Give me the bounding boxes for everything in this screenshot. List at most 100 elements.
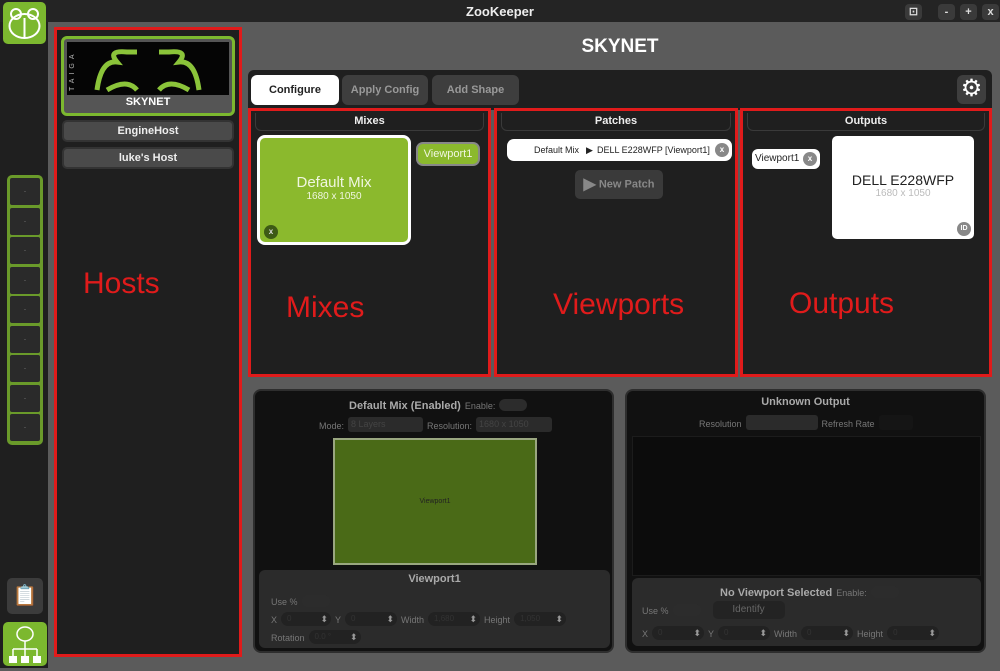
patch-target: DELL E228WFP [Viewport1] <box>597 145 710 155</box>
mix-close-icon[interactable]: x <box>264 225 278 239</box>
refresh-rate-select[interactable] <box>878 415 913 431</box>
use-percent-toggle[interactable] <box>301 594 330 607</box>
mix-name: Default Mix <box>296 174 372 191</box>
mixes-header: Mixes <box>255 113 484 131</box>
slot-7[interactable]: . <box>10 355 40 382</box>
output-use-percent-label: Use % <box>642 606 669 617</box>
tab-configure[interactable]: Configure <box>251 75 339 105</box>
mix-card[interactable]: Default Mix 1680 x 1050 x <box>257 135 411 245</box>
mix-editor-panel: Default Mix (Enabled) Enable: Mode: 8 Laye… <box>253 389 614 653</box>
resolution-select[interactable]: 1680 x 1050 <box>476 417 553 433</box>
new-patch-label: New Patch <box>598 178 655 191</box>
patch-remove-icon[interactable]: x <box>715 143 729 157</box>
height-input[interactable]: 1,050 <box>514 611 567 626</box>
minimize-button[interactable]: - <box>938 4 955 20</box>
resolution-label: Resolution: <box>427 421 473 431</box>
viewport-chip[interactable]: Viewport1 <box>416 142 480 166</box>
output-name: DELL E228WFP <box>851 172 955 188</box>
height-label: Height <box>484 615 511 625</box>
rotation-label: Rotation <box>271 633 305 643</box>
outputs-section: Outputs Viewport1 x DELL E228WFP 1680 x 1… <box>740 108 992 377</box>
slot-2[interactable]: . <box>10 207 40 235</box>
slot-9[interactable]: . <box>10 414 40 441</box>
slot-6[interactable]: . <box>10 325 40 353</box>
slot-1[interactable]: . <box>10 178 40 205</box>
slot-8[interactable]: . <box>10 384 40 412</box>
x-label: X <box>271 615 278 625</box>
output-card[interactable]: DELL E228WFP 1680 x 1050 ID <box>832 136 974 239</box>
output-viewport-label: Viewport1 <box>755 153 800 164</box>
host-skynet[interactable]: TAIGA SKYNET <box>61 36 235 116</box>
slot-5[interactable]: . <box>10 296 40 323</box>
y-input[interactable]: 0 <box>345 611 398 626</box>
taiga-text: TAIGA <box>69 51 76 91</box>
annotation-outputs: Outputs <box>789 287 895 320</box>
output-viewport-chip[interactable]: Viewport1 x <box>752 149 820 169</box>
output-canvas <box>632 436 981 576</box>
layout-slots: . . . . . . . . . <box>7 175 43 445</box>
close-button[interactable]: x <box>982 4 999 20</box>
mixes-section: Mixes Default Mix 1680 x 1050 x Viewport… <box>248 108 491 377</box>
mode-select[interactable]: 8 Layers <box>348 417 424 433</box>
use-percent-label: Use % <box>271 597 298 607</box>
output-height-input[interactable]: 0 <box>887 625 940 640</box>
enable-label: Enable: <box>464 401 496 411</box>
identify-badge[interactable]: ID <box>957 222 971 236</box>
screenshot-button[interactable]: ⊡ <box>905 4 922 20</box>
maximize-button[interactable]: + <box>960 4 977 20</box>
patches-header: Patches <box>501 113 731 131</box>
gear-icon[interactable]: ⚙ <box>957 75 986 104</box>
slot-3[interactable]: . <box>10 237 40 264</box>
width-label: Width <box>401 615 425 625</box>
width-input[interactable]: 1,680 <box>428 611 481 626</box>
tab-add-shape[interactable]: Add Shape <box>432 75 519 105</box>
rotation-input[interactable]: 0.0 ° <box>308 629 361 644</box>
output-editor-title: Unknown Output <box>761 396 850 408</box>
mix-resolution: 1680 x 1050 <box>306 191 362 202</box>
network-topology-icon[interactable] <box>3 622 47 666</box>
canvas-viewport[interactable]: Viewport1 <box>333 438 537 565</box>
tab-apply-config[interactable]: Apply Config <box>342 75 428 105</box>
viewport-title: Viewport1 <box>408 573 461 585</box>
refresh-rate-label: Refresh Rate <box>821 419 875 429</box>
patch-arrow-icon: ▶ <box>586 145 593 155</box>
identify-button[interactable]: Identify <box>712 601 785 619</box>
enable-toggle[interactable] <box>499 398 528 411</box>
patches-section: Patches Default Mix ▶ DELL E228WFP [View… <box>494 108 738 377</box>
new-patch-button[interactable]: ▶ New Patch <box>575 170 663 199</box>
slot-4[interactable]: . <box>10 266 40 294</box>
output-x-label: X <box>642 629 649 639</box>
output-enable-toggle[interactable] <box>870 585 899 598</box>
host-thumbnail: TAIGA <box>67 42 229 95</box>
patch-source: Default Mix <box>534 145 580 155</box>
mix-editor-title: Default Mix (Enabled) <box>349 400 461 412</box>
output-width-input[interactable]: 0 <box>801 625 854 640</box>
output-viewport-remove-icon[interactable]: x <box>803 152 817 166</box>
viewport-chip-label: Viewport1 <box>418 144 478 164</box>
output-y-label: Y <box>708 629 715 639</box>
mode-label: Mode: <box>319 421 345 431</box>
output-y-input[interactable]: 0 <box>718 625 771 640</box>
output-enable-label: Enable: <box>836 588 867 598</box>
play-icon: ▶ <box>583 176 596 193</box>
x-input[interactable]: 0 <box>281 611 332 626</box>
host-label: SKYNET <box>125 96 171 108</box>
host-enginehost[interactable]: EngineHost <box>62 120 234 142</box>
clipboard-icon[interactable]: 📋 <box>7 578 43 614</box>
viewport-properties: Viewport1 Use % X0Y0Width1,680Height1,05… <box>259 570 610 648</box>
y-label: Y <box>335 615 342 625</box>
host-lukes-host[interactable]: luke's Host <box>62 147 234 169</box>
output-x-input[interactable]: 0 <box>652 625 705 640</box>
page-title: SKYNET <box>581 36 659 57</box>
zookeeper-logo-icon[interactable] <box>3 2 46 44</box>
output-width-label: Width <box>774 629 798 639</box>
annotation-hosts: Hosts <box>83 267 160 300</box>
annotation-viewports: Viewports <box>553 288 685 321</box>
output-resolution-select[interactable] <box>745 415 818 431</box>
outputs-header: Outputs <box>747 113 985 131</box>
patch-row[interactable]: Default Mix ▶ DELL E228WFP [Viewport1] x <box>507 139 732 161</box>
output-use-percent-toggle[interactable] <box>672 604 701 616</box>
output-resolution: 1680 x 1050 <box>875 188 931 199</box>
output-viewport-properties: No Viewport Selected Enable: Use % Identif… <box>632 578 981 646</box>
toolbar: Configure Apply Config Add Shape ⚙ <box>248 70 992 110</box>
